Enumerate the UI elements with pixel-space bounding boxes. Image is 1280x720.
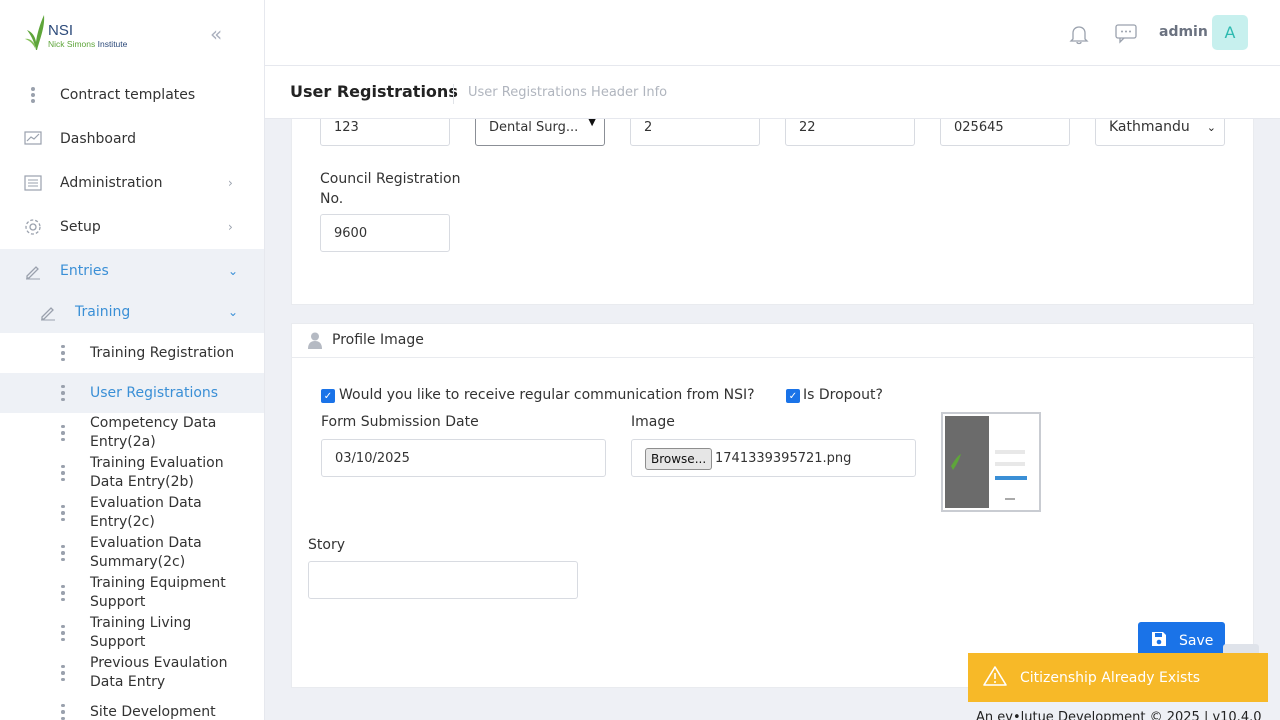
sidebar-item-label: Administration — [60, 175, 163, 191]
sidebar-subitem-evaluation-summary[interactable]: Evaluation Data Summary(2c) — [0, 533, 264, 573]
communication-label: Would you like to receive regular commun… — [339, 387, 755, 403]
logo-org-text: Nick Simons Institute — [48, 39, 128, 49]
sidebar-subitem-label: User Registrations — [90, 384, 219, 401]
council-registration-input[interactable]: 9600 — [320, 214, 450, 252]
story-label: Story — [308, 537, 345, 553]
sidebar-subitem-evaluation-data-entry[interactable]: Evaluation Data Entry(2c) — [0, 493, 264, 533]
page-title: User Registrations — [290, 82, 458, 101]
chevron-right-icon: › — [228, 176, 233, 190]
select-value: Kathmandu — [1109, 119, 1190, 135]
pencil-icon — [39, 303, 57, 321]
vertical-dots-icon — [60, 344, 66, 362]
vertical-dots-icon — [60, 664, 66, 682]
section-title: Profile Image — [332, 332, 424, 348]
footer-text: An ev•lutue Development © 2025 | v10.4.0 — [976, 710, 1262, 720]
warning-triangle-icon — [982, 665, 1008, 691]
leaf-logo-icon — [25, 15, 45, 50]
sidebar-subitem-label: Training Living Support — [90, 615, 192, 650]
sidebar-subitem-label: Training Evaluation Data Entry(2b) — [90, 455, 224, 490]
submission-date-label: Form Submission Date — [321, 414, 479, 430]
dropout-label: Is Dropout? — [803, 387, 883, 403]
image-label: Image — [631, 414, 675, 430]
browse-button[interactable]: Browse... — [645, 448, 713, 470]
sidebar-subitem-previous-evaluation[interactable]: Previous Evaulation Data Entry — [0, 653, 264, 693]
chevron-down-icon: ⌄ — [228, 305, 239, 319]
sidebar-subitem-training-registration[interactable]: Training Registration — [0, 333, 264, 373]
sidebar-subitem-label: Competency Data Entry(2a) — [90, 415, 217, 450]
page-header: User Registrations User Registrations He… — [265, 66, 1280, 119]
sidebar-item-training[interactable]: Training ⌄ — [0, 291, 264, 333]
sidebar-item-dashboard[interactable]: Dashboard — [0, 117, 264, 161]
sidebar-item-label: Dashboard — [60, 131, 136, 147]
profile-image-preview — [941, 412, 1041, 512]
page-subtitle: User Registrations Header Info — [453, 84, 667, 104]
communication-checkbox[interactable]: ✓ — [321, 389, 335, 403]
dashboard-chart-icon — [24, 130, 42, 148]
profile-image-card: Profile Image ✓ Would you like to receiv… — [291, 323, 1255, 688]
sidebar-item-administration[interactable]: Administration › — [0, 161, 264, 205]
sidebar-item-label: Setup — [60, 219, 101, 235]
registration-details-card: 123 Dental Surg... ▼ 2 22 025645 Kathman… — [291, 100, 1254, 305]
sidebar-subitem-user-registrations[interactable]: User Registrations — [0, 373, 264, 413]
section-header: Profile Image — [292, 324, 1255, 358]
sidebar-subitem-label: Training Registration — [90, 344, 235, 361]
sidebar-item-contract-templates[interactable]: Contract templates — [0, 73, 264, 117]
submission-date-input[interactable]: 03/10/2025 — [321, 439, 606, 477]
sidebar-subitem-label: Training Equipment Support — [90, 575, 226, 610]
file-name: 1741339395721.png — [715, 450, 852, 466]
sidebar-subitem-training-evaluation[interactable]: Training Evaluation Data Entry(2b) — [0, 453, 264, 493]
sidebar-subitem-label: Site Development — [90, 703, 216, 720]
pencil-icon — [24, 262, 42, 280]
gear-icon — [24, 218, 42, 236]
chat-icon[interactable] — [1114, 22, 1138, 44]
vertical-dots-icon — [60, 624, 66, 642]
vertical-dots-icon — [24, 86, 42, 104]
sidebar-subitem-label: Evaluation Data Entry(2c) — [90, 495, 202, 530]
avatar[interactable]: A — [1212, 15, 1248, 50]
select-value: Dental Surg... — [489, 119, 579, 135]
vertical-dots-icon — [60, 504, 66, 522]
vertical-dots-icon — [60, 424, 66, 442]
sidebar-subitem-label: Previous Evaulation Data Entry — [90, 655, 228, 690]
collapse-sidebar-icon[interactable]: « — [210, 22, 222, 46]
vertical-dots-icon — [60, 584, 66, 602]
chevron-down-icon: ⌄ — [228, 264, 239, 278]
vertical-dots-icon — [60, 703, 66, 720]
nsi-logo[interactable]: NSI Nick Simons Institute — [24, 12, 154, 54]
sidebar-subitem-equipment-support[interactable]: Training Equipment Support — [0, 573, 264, 613]
sidebar-item-label: Training — [75, 304, 131, 320]
save-label: Save — [1179, 633, 1214, 649]
vertical-dots-icon — [60, 464, 66, 482]
vertical-dots-icon — [60, 544, 66, 562]
bell-icon[interactable] — [1068, 23, 1090, 45]
chevron-right-icon: › — [228, 220, 233, 234]
floppy-disk-icon — [1151, 631, 1167, 651]
image-file-input[interactable]: Browse... 1741339395721.png — [631, 439, 916, 477]
warning-toast[interactable]: Citizenship Already Exists — [968, 653, 1268, 702]
story-input[interactable] — [308, 561, 578, 599]
sidebar-item-label: Entries — [60, 263, 109, 279]
sidebar-subitem-living-support[interactable]: Training Living Support — [0, 613, 264, 653]
chevron-down-icon: ⌄ — [1206, 120, 1216, 134]
sidebar-item-entries[interactable]: Entries ⌄ — [0, 249, 264, 293]
user-name[interactable]: admin — [1159, 24, 1208, 40]
dropout-checkbox[interactable]: ✓ — [786, 389, 800, 403]
sidebar: NSI Nick Simons Institute « Contract tem… — [0, 0, 265, 720]
toast-message: Citizenship Already Exists — [1020, 669, 1201, 686]
top-bar: admin A — [265, 0, 1280, 66]
sidebar-item-setup[interactable]: Setup › — [0, 205, 264, 249]
sidebar-subitem-site-development[interactable]: Site Development — [0, 700, 264, 720]
person-icon — [308, 332, 322, 353]
vertical-dots-icon — [60, 384, 66, 402]
logo-nsi-text: NSI — [48, 22, 74, 39]
sidebar-item-label: Contract templates — [60, 87, 196, 103]
council-registration-label: Council Registration No. — [320, 171, 461, 207]
sidebar-subitem-competency[interactable]: Competency Data Entry(2a) — [0, 413, 264, 453]
admin-panel-icon — [24, 174, 42, 192]
sidebar-subitem-label: Evaluation Data Summary(2c) — [90, 535, 202, 570]
